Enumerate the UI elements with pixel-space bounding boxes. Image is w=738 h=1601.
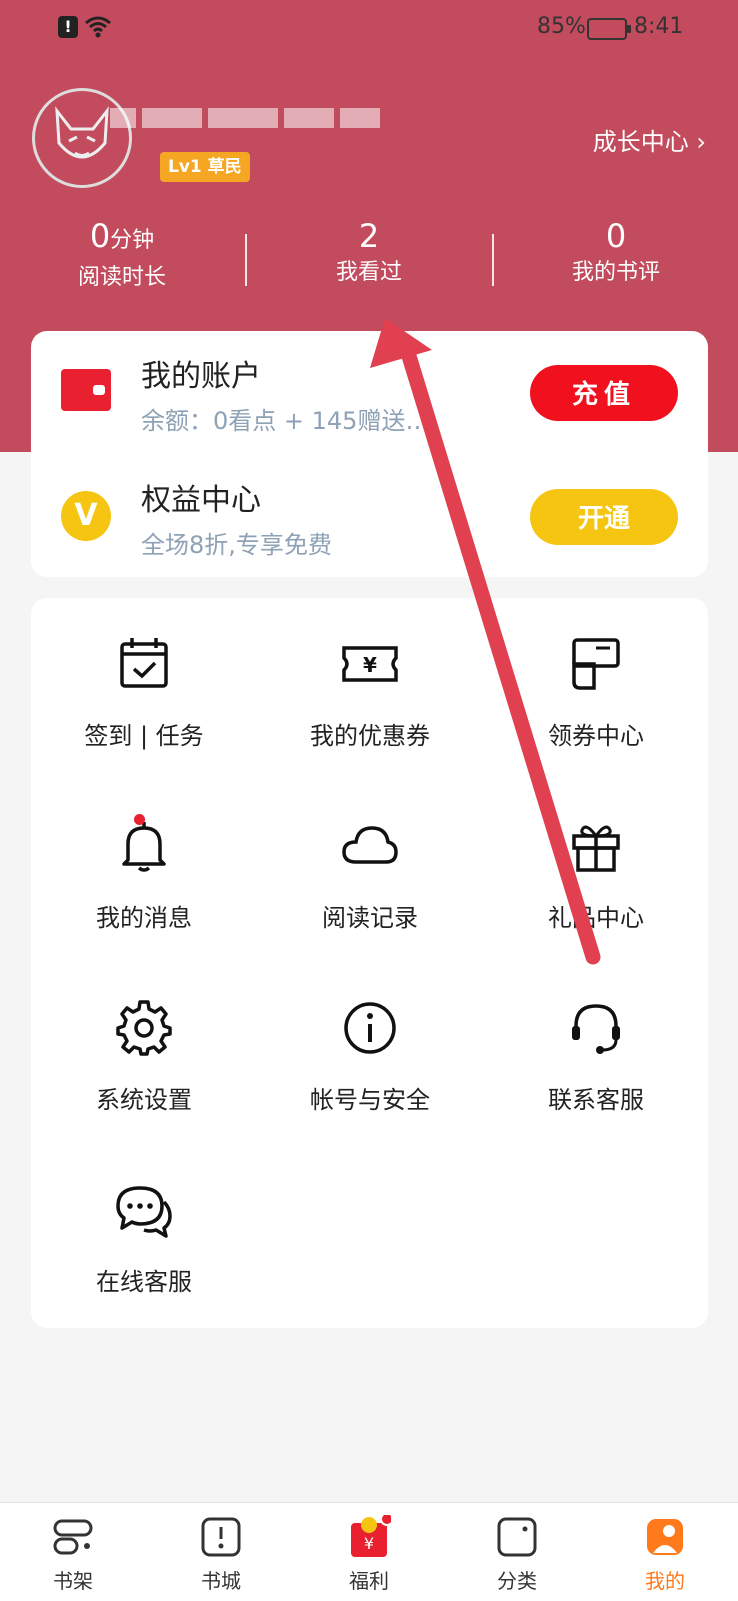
grid-item-label: 阅读记录 bbox=[322, 904, 418, 932]
coupon-ticket-icon: ¥ bbox=[342, 646, 398, 682]
grid-item-label: 帐号与安全 bbox=[310, 1086, 430, 1114]
grid-item-label: 在线客服 bbox=[96, 1268, 192, 1296]
stat-label: 我的书评 bbox=[571, 260, 660, 285]
bottom-tab-bar: 书架 书城 ¥ 福利 分类 我的 bbox=[0, 1502, 738, 1601]
stat-reading-time[interactable]: 0分钟 阅读时长 bbox=[22, 216, 222, 295]
growth-center-label: 成长中心 bbox=[592, 128, 689, 156]
chevron-right-icon: › bbox=[688, 128, 706, 156]
bell-icon bbox=[122, 822, 166, 872]
profile-icon bbox=[647, 1519, 683, 1555]
level-badge: Lv1 草民 bbox=[160, 152, 250, 182]
svg-text:¥: ¥ bbox=[364, 1534, 374, 1553]
grid-item-account-security[interactable]: 帐号与安全 bbox=[257, 962, 483, 1144]
features-grid: 签到 | 任务 ¥ 我的优惠券 领券中心 我的消息 阅读记录 礼品中心 系统设置… bbox=[31, 598, 708, 1328]
tab-label: 分类 bbox=[497, 1569, 537, 1593]
status-bar: ! 85% 8:41 bbox=[0, 0, 738, 56]
alert-icon: ! bbox=[58, 16, 78, 38]
wifi-icon bbox=[85, 16, 111, 38]
tab-welfare[interactable]: ¥ 福利 bbox=[309, 1503, 429, 1601]
svg-text:¥: ¥ bbox=[363, 653, 377, 677]
stat-divider bbox=[492, 234, 494, 286]
tab-mine[interactable]: 我的 bbox=[605, 1503, 725, 1601]
vip-subtitle: 全场8折,专享免费 bbox=[141, 531, 332, 559]
tab-label: 书架 bbox=[53, 1569, 93, 1593]
stat-label: 阅读时长 bbox=[77, 265, 166, 290]
tab-label: 书城 bbox=[201, 1569, 241, 1593]
activate-button[interactable]: 开通 bbox=[530, 489, 678, 545]
stat-value: 2 bbox=[358, 217, 380, 255]
account-title: 我的账户 bbox=[141, 359, 261, 394]
grid-item-label: 我的优惠券 bbox=[310, 722, 430, 750]
tab-bookshelf[interactable]: 书架 bbox=[13, 1503, 133, 1601]
account-balance: 余额：0看点 + 145赠送… bbox=[141, 407, 430, 435]
grid-item-online-service[interactable]: 在线客服 bbox=[31, 1144, 257, 1326]
grid-item-label: 我的消息 bbox=[96, 904, 192, 932]
stat-value: 0分钟 bbox=[89, 217, 155, 255]
grid-item-gift-center[interactable]: 礼品中心 bbox=[483, 780, 709, 962]
stat-divider bbox=[245, 234, 247, 286]
bookshelf-icon bbox=[53, 1519, 93, 1555]
grid-item-settings[interactable]: 系统设置 bbox=[31, 962, 257, 1144]
red-envelope-icon: ¥ bbox=[351, 1515, 391, 1557]
headset-icon bbox=[572, 1004, 620, 1054]
gear-icon bbox=[116, 1000, 172, 1056]
grid-item-coupon-center[interactable]: 领券中心 bbox=[483, 598, 709, 780]
grid-item-reading-history[interactable]: 阅读记录 bbox=[257, 780, 483, 962]
grid-item-label: 领券中心 bbox=[548, 722, 644, 750]
tab-label: 福利 bbox=[349, 1569, 389, 1593]
coupon-claim-icon bbox=[572, 638, 620, 690]
info-icon bbox=[344, 1002, 396, 1054]
calendar-check-icon bbox=[120, 638, 168, 688]
wallet-icon bbox=[61, 369, 111, 411]
tab-label: 我的 bbox=[645, 1569, 685, 1593]
tab-bookstore[interactable]: 书城 bbox=[161, 1503, 281, 1601]
username-blurred bbox=[110, 96, 400, 144]
grid-item-label: 签到 | 任务 bbox=[84, 722, 204, 750]
grid-item-label: 系统设置 bbox=[96, 1086, 192, 1114]
vip-title: 权益中心 bbox=[141, 483, 261, 518]
recharge-button[interactable]: 充值 bbox=[530, 365, 678, 421]
category-icon bbox=[497, 1517, 537, 1557]
vip-row[interactable]: V 权益中心 全场8折,专享免费 开通 bbox=[31, 455, 708, 575]
vip-icon: V bbox=[61, 491, 111, 541]
growth-center-link[interactable]: 成长中心 › bbox=[593, 122, 706, 157]
stat-reviews[interactable]: 0 我的书评 bbox=[516, 216, 716, 290]
grid-item-messages[interactable]: 我的消息 bbox=[31, 780, 257, 962]
clock: 8:41 bbox=[634, 14, 684, 39]
grid-item-contact-service[interactable]: 联系客服 bbox=[483, 962, 709, 1144]
battery-icon bbox=[587, 18, 631, 40]
book-store-icon bbox=[201, 1517, 241, 1557]
tab-category[interactable]: 分类 bbox=[457, 1503, 577, 1601]
battery-percent: 85% bbox=[537, 14, 586, 39]
gift-icon bbox=[572, 825, 620, 872]
stat-value: 0 bbox=[605, 217, 627, 255]
chat-bubbles-icon bbox=[116, 1186, 172, 1238]
stat-viewed[interactable]: 2 我看过 bbox=[269, 216, 469, 290]
grid-item-label: 礼品中心 bbox=[548, 904, 644, 932]
account-row[interactable]: 我的账户 余额：0看点 + 145赠送… 充值 bbox=[31, 331, 708, 451]
stat-label: 我看过 bbox=[335, 260, 402, 285]
account-card: 我的账户 余额：0看点 + 145赠送… 充值 V 权益中心 全场8折,专享免费… bbox=[31, 331, 708, 577]
cloud-icon bbox=[342, 826, 398, 864]
grid-item-label: 联系客服 bbox=[548, 1086, 644, 1114]
unread-dot bbox=[134, 814, 145, 825]
grid-item-coupons[interactable]: ¥ 我的优惠券 bbox=[257, 598, 483, 780]
grid-item-checkin[interactable]: 签到 | 任务 bbox=[31, 598, 257, 780]
